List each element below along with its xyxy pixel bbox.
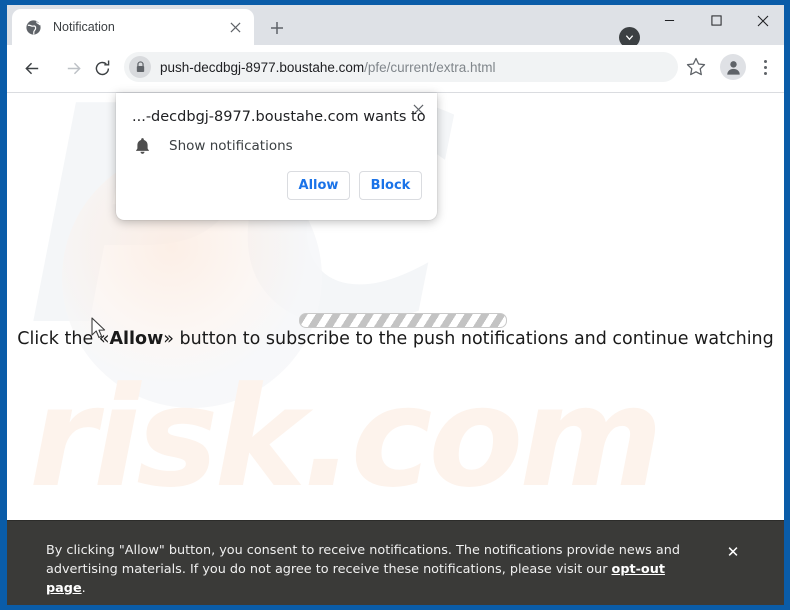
star-icon[interactable] [685, 56, 707, 78]
url-path: /pfe/current/extra.html [364, 59, 496, 75]
browser-tab[interactable]: Notification [12, 9, 254, 45]
tab-title: Notification [53, 20, 115, 34]
dialog-permission-label: Show notifications [169, 138, 293, 154]
bell-icon [135, 138, 150, 154]
browser-toolbar: push-decdbgj-8977.boustahe.com/pfe/curre… [7, 45, 784, 93]
new-tab-button[interactable] [263, 14, 290, 41]
back-icon[interactable] [15, 51, 49, 85]
striped-progress-bar [299, 313, 507, 328]
address-bar[interactable]: push-decdbgj-8977.boustahe.com/pfe/curre… [124, 52, 678, 82]
allow-button[interactable]: Allow [287, 171, 350, 200]
consent-banner: By clicking "Allow" button, you consent … [7, 520, 784, 605]
consent-close-icon[interactable]: ✕ [722, 541, 744, 563]
notification-permission-dialog: ...-decdbgj-8977.boustahe.com wants to S… [116, 93, 437, 220]
watermark-risk: risk.com [29, 357, 663, 518]
url-host: push-decdbgj-8977.boustahe.com [160, 59, 365, 75]
browser-window: Notification push-decdbgj-8977.boustahe.… [7, 5, 784, 605]
url-text: push-decdbgj-8977.boustahe.com/pfe/curre… [160, 60, 495, 75]
instruction-bold: Allow [109, 329, 164, 349]
globe-icon [26, 19, 41, 35]
instruction-text: Click the «Allow» button to subscribe to… [7, 329, 784, 349]
dialog-permission-row: Show notifications [134, 137, 293, 155]
window-maximize-button[interactable] [693, 5, 739, 36]
block-button[interactable]: Block [359, 171, 422, 200]
consent-text-part2: . [81, 581, 86, 596]
menu-dot [763, 71, 767, 75]
window-minimize-button[interactable] [646, 5, 692, 36]
reload-icon[interactable] [85, 51, 119, 85]
arrow-cursor [91, 317, 106, 339]
tab-strip: Notification [7, 5, 784, 48]
menu-dot [763, 59, 767, 63]
dialog-origin-text: ...-decdbgj-8977.boustahe.com wants to [132, 109, 426, 125]
consent-text: By clicking "Allow" button, you consent … [46, 541, 701, 598]
lock-icon [129, 56, 151, 78]
tab-close-icon[interactable] [224, 16, 246, 38]
instruction-suffix: » button to subscribe to the push notifi… [163, 329, 774, 349]
three-dot-menu-icon[interactable] [755, 55, 775, 79]
browser-window-frame: Notification push-decdbgj-8977.boustahe.… [0, 0, 790, 610]
menu-dot [763, 65, 767, 69]
person-icon[interactable] [720, 54, 746, 80]
consent-text-part1: By clicking "Allow" button, you consent … [46, 543, 680, 577]
window-close-button[interactable] [740, 5, 784, 36]
